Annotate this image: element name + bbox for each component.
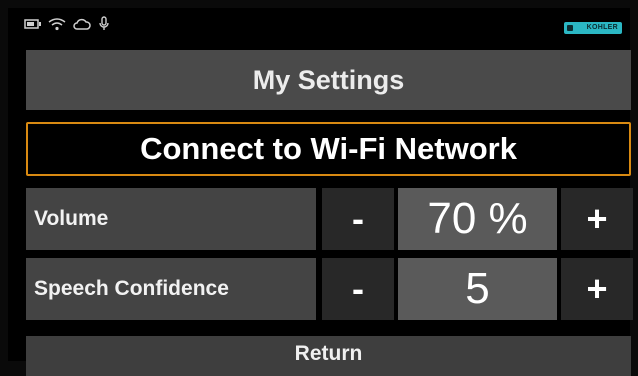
microphone-icon [98,16,110,32]
speech-confidence-increase-button[interactable]: + [561,258,633,320]
status-bar: KOHLER [8,8,630,42]
volume-label: Volume [26,188,316,250]
return-button[interactable]: Return [26,336,631,376]
page-title: My Settings [26,50,631,110]
speech-confidence-decrease-button[interactable]: - [322,258,394,320]
speech-confidence-label: Speech Confidence [26,258,316,320]
volume-increase-button[interactable]: + [561,188,633,250]
battery-icon [24,18,42,30]
status-icons [24,16,110,32]
wifi-icon [48,17,66,31]
brand-badge: KOHLER [564,22,622,34]
connect-wifi-button[interactable]: Connect to Wi-Fi Network [26,122,631,176]
speech-confidence-value: 5 [398,258,557,320]
volume-row: Volume - 70 % + [26,188,633,250]
speech-confidence-row: Speech Confidence - 5 + [26,258,633,320]
settings-screen: KOHLER My Settings Connect to Wi-Fi Netw… [8,8,633,376]
volume-value: 70 % [398,188,557,250]
brand-badge-label: KOHLER [586,24,618,31]
volume-decrease-button[interactable]: - [322,188,394,250]
brand-logo-icon [567,25,573,31]
cloud-icon [72,17,92,31]
